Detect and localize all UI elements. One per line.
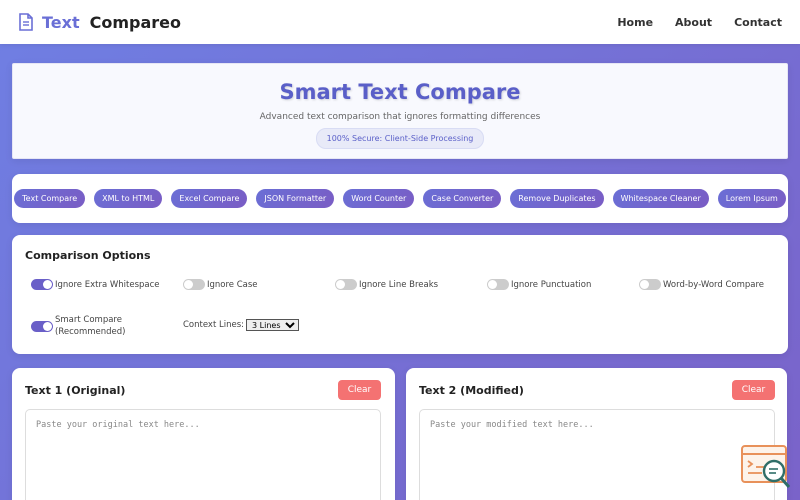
original-text-title: Text 1 (Original)	[25, 384, 126, 397]
smart-compare-line1: Smart Compare	[55, 315, 122, 325]
hero-section: Smart Text Compare Advanced text compari…	[12, 63, 788, 159]
tool-word-counter-button[interactable]: Word Counter	[343, 189, 415, 208]
nav-home-link[interactable]: Home	[617, 16, 653, 29]
tool-whitespace-cleaner-button[interactable]: Whitespace Cleaner	[612, 189, 709, 208]
nav-links: Home About Contact	[617, 16, 782, 29]
option-smart-compare[interactable]: Smart Compare (Recommended)	[31, 314, 125, 338]
original-text-panel: Text 1 (Original) Clear	[12, 368, 395, 500]
option-word-by-word[interactable]: Word-by-Word Compare	[639, 279, 764, 290]
toggle-switch[interactable]	[31, 320, 53, 332]
toggle-switch[interactable]	[31, 279, 53, 290]
context-lines-select[interactable]: 3 Lines	[246, 319, 300, 331]
option-label: Ignore Case	[207, 279, 258, 290]
option-label: Smart Compare (Recommended)	[55, 314, 125, 338]
page-subtitle: Advanced text comparison that ignores fo…	[259, 112, 541, 122]
option-label: Word-by-Word Compare	[663, 279, 765, 290]
tool-text-compare-button[interactable]: Text Compare	[14, 189, 86, 208]
modified-text-panel: Text 2 (Modified) Clear	[406, 368, 787, 500]
option-ignore-punctuation[interactable]: Ignore Punctuation	[487, 279, 591, 290]
toggle-switch[interactable]	[487, 279, 509, 290]
modified-text-title: Text 2 (Modified)	[419, 384, 524, 397]
nav-about-link[interactable]: About	[675, 16, 712, 29]
tool-remove-duplicates-button[interactable]: Remove Duplicates	[510, 189, 604, 208]
page-title: Smart Text Compare	[279, 80, 521, 104]
option-label: Ignore Line Breaks	[359, 279, 439, 290]
tool-xml-to-html-button[interactable]: XML to HTML	[94, 189, 163, 208]
comparison-options-panel: Comparison Options Ignore Extra Whitespa…	[12, 235, 788, 354]
toggle-switch[interactable]	[639, 279, 661, 290]
smart-compare-line2: (Recommended)	[55, 327, 126, 337]
tool-case-converter-button[interactable]: Case Converter	[423, 189, 502, 208]
clear-original-button[interactable]: Clear	[338, 380, 381, 400]
option-ignore-whitespace[interactable]: Ignore Extra Whitespace	[31, 279, 160, 290]
option-ignore-line-breaks[interactable]: Ignore Line Breaks	[335, 279, 438, 290]
logo-text-compareo: Compareo	[89, 12, 181, 32]
tool-json-formatter-button[interactable]: JSON Formatter	[256, 189, 335, 208]
tools-bar: Text Compare XML to HTML Excel Compare J…	[12, 174, 788, 223]
option-context-lines: Context Lines: 3 Lines	[183, 319, 300, 331]
nav-contact-link[interactable]: Contact	[734, 16, 782, 29]
original-text-input[interactable]	[25, 409, 381, 500]
modified-text-input[interactable]	[419, 409, 775, 500]
clear-modified-button[interactable]: Clear	[732, 380, 775, 400]
option-label: Ignore Extra Whitespace	[55, 279, 160, 290]
document-icon	[19, 13, 33, 31]
tool-excel-compare-button[interactable]: Excel Compare	[171, 189, 248, 208]
logo-text-text: Text	[42, 12, 80, 32]
search-text-icon[interactable]	[740, 444, 792, 492]
toggle-switch[interactable]	[183, 279, 205, 290]
toggle-switch[interactable]	[335, 279, 357, 290]
context-lines-label: Context Lines:	[183, 320, 245, 330]
logo[interactable]: Text Compareo	[18, 13, 181, 32]
options-title: Comparison Options	[25, 249, 151, 262]
tool-lorem-ipsum-button[interactable]: Lorem Ipsum	[717, 189, 786, 208]
top-navbar: Text Compareo Home About Contact	[0, 0, 800, 44]
security-badge: 100% Secure: Client-Side Processing	[315, 128, 485, 149]
option-label: Ignore Punctuation	[511, 279, 592, 290]
option-ignore-case[interactable]: Ignore Case	[183, 279, 258, 290]
